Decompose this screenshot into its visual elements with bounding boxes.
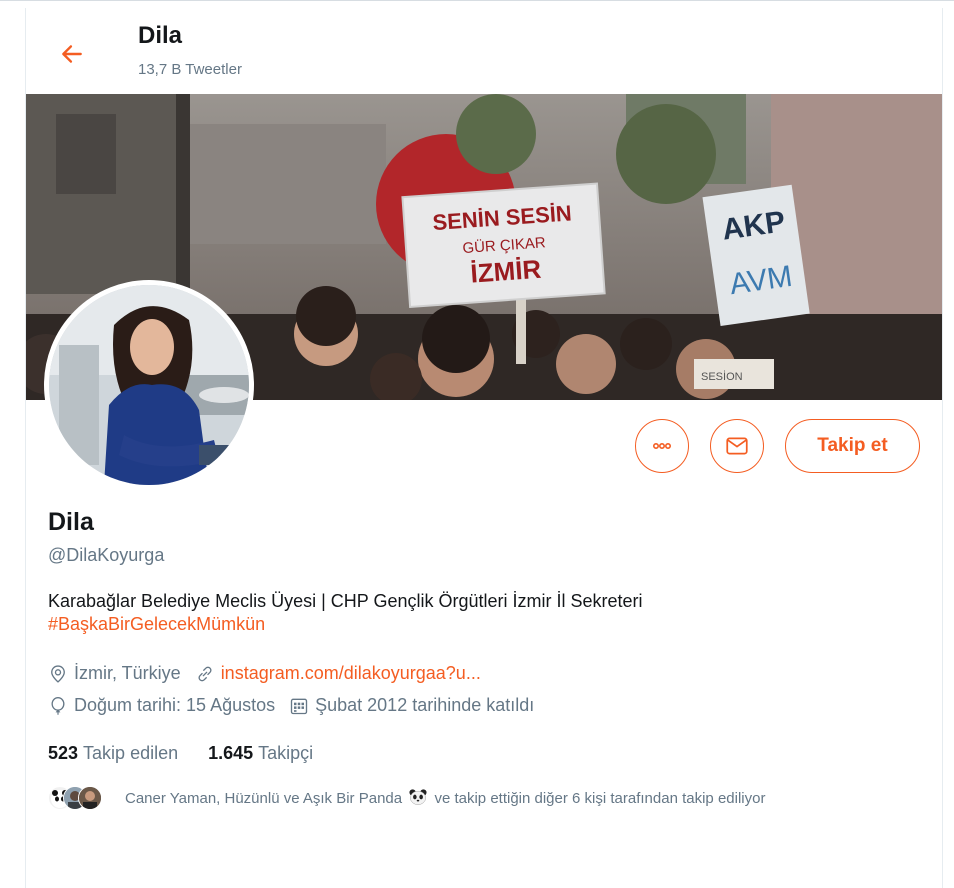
followed-by-rest: ve takip ettiğin diğer 6 kişi tarafından…: [434, 790, 766, 807]
followed-by-names: Caner Yaman, Hüzünlü ve Aşık Bir Panda: [125, 790, 403, 807]
following-stat[interactable]: 523 Takip edilen: [48, 743, 178, 764]
banner-sign-bottom: SESİON: [701, 370, 743, 383]
link-icon: [195, 664, 215, 684]
following-count: 523: [48, 743, 79, 763]
map-pin-icon: [48, 664, 68, 684]
profile-location: İzmir, Türkiye: [74, 663, 181, 683]
more-options-button[interactable]: [635, 419, 689, 473]
profile-meta-row-2: Doğum tarihi: 15 Ağustos Şubat 2012 tari…: [48, 695, 534, 716]
top-divider: [0, 0, 954, 1]
profile-bio: Karabağlar Belediye Meclis Üyesi | CHP G…: [48, 591, 643, 611]
profile-handle: @DilaKoyurga: [48, 545, 165, 565]
back-button[interactable]: [54, 36, 90, 72]
mutual-avatar: [78, 786, 102, 810]
panda-emoji-icon: [409, 789, 427, 805]
ellipsis-icon: [652, 443, 672, 450]
message-button[interactable]: [710, 419, 764, 473]
profile-avatar[interactable]: [44, 280, 254, 490]
calendar-icon: [289, 696, 309, 716]
followers-stat[interactable]: 1.645 Takipçi: [208, 743, 313, 764]
banner-sign-line3: İZMİR: [470, 254, 543, 289]
profile-header: Dila 13,7 B Tweetler: [26, 8, 942, 95]
followed-by-text[interactable]: Caner Yaman, Hüzünlü ve Aşık Bir Panda v…: [125, 786, 925, 812]
arrow-left-icon: [62, 45, 82, 63]
followers-count: 1.645: [208, 743, 254, 763]
followers-label: Takipçi: [258, 743, 314, 763]
profile-meta-row-1: İzmir, Türkiye instagram.com/dilakoyurga…: [48, 663, 481, 684]
balloon-icon: [48, 696, 68, 716]
profile-name: Dila: [48, 508, 94, 536]
following-label: Takip edilen: [83, 743, 179, 763]
profile-birthday: Doğum tarihi: 15 Ağustos: [74, 695, 276, 715]
profile-stats: 523 Takip edilen 1.645 Takipçi: [48, 743, 313, 764]
avatar-image: [49, 285, 249, 485]
profile-column: Dila 13,7 B Tweetler SENİN SESİN GÜR ÇIK…: [25, 8, 943, 888]
tweet-count: 13,7 B Tweetler: [138, 61, 242, 78]
profile-website-link[interactable]: instagram.com/dilakoyurgaa?u...: [221, 663, 481, 684]
profile-joined-date: Şubat 2012 tarihinde katıldı: [315, 695, 535, 715]
follow-button[interactable]: Takip et: [785, 419, 920, 473]
envelope-icon: [726, 437, 748, 455]
bio-hashtag-link[interactable]: #BaşkaBirGelecekMümkün: [48, 614, 265, 635]
mutual-followers-avatars[interactable]: [48, 786, 113, 810]
header-title: Dila: [138, 22, 183, 49]
followers-you-know: Caner Yaman, Hüzünlü ve Aşık Bir Panda v…: [48, 786, 928, 846]
